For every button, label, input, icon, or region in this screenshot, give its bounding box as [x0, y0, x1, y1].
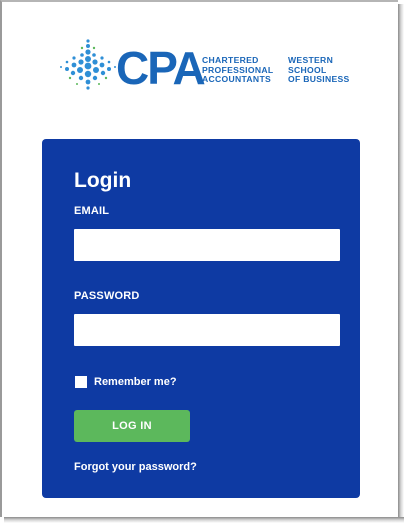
maple-leaf-icon: [60, 39, 116, 90]
forgot-password-link[interactable]: Forgot your password?: [74, 461, 197, 473]
frame-shadow-bottom: [4, 517, 404, 523]
cpa-logo: CPA CHARTERED PROFESSIONAL ACCOUNTANTS W…: [58, 38, 368, 94]
remember-me-row[interactable]: Remember me?: [75, 375, 177, 389]
logo-line: ACCOUNTANTS: [202, 74, 272, 84]
password-label: PASSWORD: [74, 290, 140, 302]
remember-me-label[interactable]: Remember me?: [94, 376, 177, 388]
password-field[interactable]: [74, 314, 340, 346]
remember-me-checkbox[interactable]: [75, 376, 87, 388]
login-button[interactable]: LOG IN: [74, 410, 190, 442]
frame-shadow-right: [398, 4, 404, 523]
logo-subtitle-school: WESTERN SCHOOL OF BUSINESS: [288, 55, 350, 85]
logo-subtitle-chartered: CHARTERED PROFESSIONAL ACCOUNTANTS: [202, 55, 273, 85]
email-label: EMAIL: [74, 205, 110, 217]
logo-line: OF BUSINESS: [288, 74, 350, 84]
login-panel: Login EMAIL PASSWORD Remember me? LOG IN…: [42, 139, 360, 498]
email-field[interactable]: [74, 229, 340, 261]
logo-wordmark: CPA: [116, 42, 206, 94]
login-title: Login: [74, 169, 132, 192]
